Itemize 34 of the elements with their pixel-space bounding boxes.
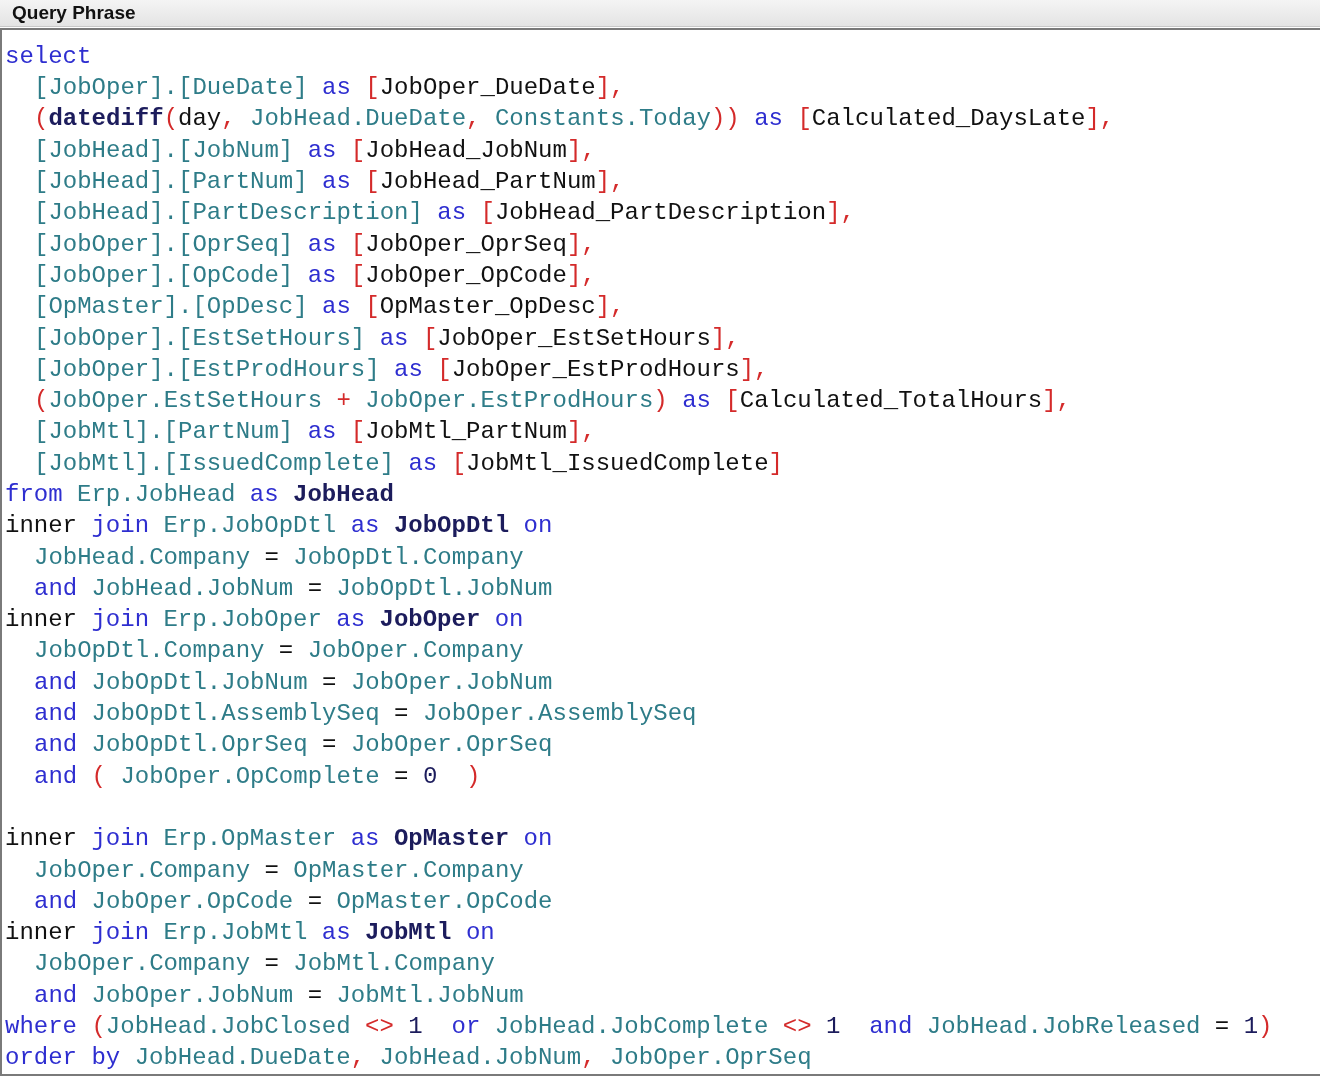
code-line: and JobOpDtl.AssemblySeq = JobOper.AssemblySeq [34,700,697,729]
code-line: and JobOpDtl.JobNum = JobOper.JobNum [34,668,553,697]
code-line: inner join Erp.JobMtl as JobMtl on [5,919,495,948]
code-line: JobOpDtl.Company = JobOper.Company [34,637,524,666]
code-line: JobOper.Company = JobMtl.Company [34,950,495,979]
code-line: and JobOpDtl.OprSeq = JobOper.OprSeq [34,731,553,760]
code-line: [JobOper].[OpCode] as [JobOper_OpCode], [34,261,596,290]
code-line: [OpMaster].[OpDesc] as [OpMaster_OpDesc], [34,293,625,322]
code-line: [JobHead].[PartNum] as [JobHead_PartNum], [34,168,625,197]
code-line: JobOper.Company = OpMaster.Company [34,856,524,885]
code-line: (datediff(day, JobHead.DueDate, Constants.Today)) as [Calculated_DaysLate], [34,105,1115,134]
panel-title: Query Phrase [12,2,136,25]
code-line: and ( JobOper.OpComplete = 0 ) [34,762,481,791]
code-line: inner join Erp.JobOper as JobOper on [5,606,524,635]
code-line: and JobOper.OpCode = OpMaster.OpCode [34,887,553,916]
code-line: [JobMtl].[IssuedComplete] as [JobMtl_IssuedComplete] [34,449,783,478]
query-editor[interactable] [0,28,1320,1076]
code-line: [JobMtl].[PartNum] as [JobMtl_PartNum], [34,418,596,447]
code-line: [JobHead].[JobNum] as [JobHead_JobNum], [34,136,596,165]
code-line: inner join Erp.OpMaster as OpMaster on [5,825,553,854]
code-line: select [5,42,92,71]
code-line: [JobOper].[EstProdHours] as [JobOper_EstProdHours], [34,355,769,384]
code-line: where (JobHead.JobClosed <> 1 or JobHead.JobComplete <> 1 and JobHead.JobReleased = 1) [5,1013,1273,1042]
code-line: order by JobHead.DueDate, JobHead.JobNum, JobOper.OprSeq [5,1044,812,1073]
code-line: from Erp.JobHead as JobHead [5,481,394,509]
code-line: JobHead.Company = JobOpDtl.Company [34,543,524,572]
code-line: and JobOper.JobNum = JobMtl.JobNum [34,981,524,1010]
code-line: [JobHead].[PartDescription] as [JobHead_PartDescription], [34,199,855,228]
code-line: inner join Erp.JobOpDtl as JobOpDtl on [5,512,553,541]
code-line: [JobOper].[EstSetHours] as [JobOper_EstSetHours], [34,324,740,353]
code-line: [JobOper].[DueDate] as [JobOper_DueDate], [34,74,625,103]
code-line: (JobOper.EstSetHours + JobOper.EstProdHours) as [Calculated_TotalHours], [34,387,1071,416]
code-line: [JobOper].[OprSeq] as [JobOper_OprSeq], [34,230,596,259]
code-line: and JobHead.JobNum = JobOpDtl.JobNum [34,574,553,603]
